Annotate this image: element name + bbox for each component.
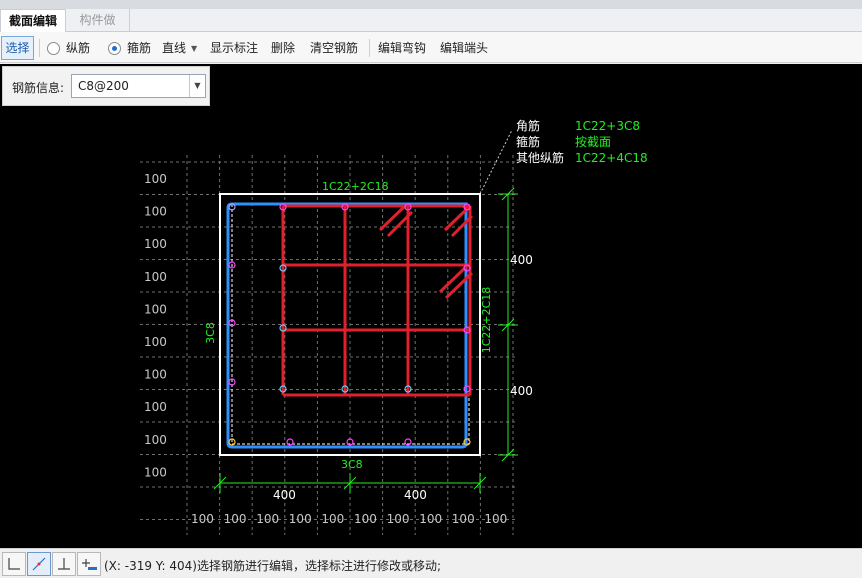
radio-stirrup[interactable]: 箍筋	[108, 38, 151, 58]
rebar-info-value: C8@200	[78, 79, 129, 93]
grid-label-left: 100	[144, 400, 167, 414]
grid-label-bottom: 100	[387, 512, 410, 526]
ortho-toggle[interactable]	[2, 552, 26, 576]
select-button[interactable]: 选择	[1, 36, 34, 60]
chevron-down-icon[interactable]: ▼	[189, 75, 205, 97]
status-bar: (X: -319 Y: 404)选择钢筋进行编辑，选择标注进行修改或移动;	[0, 548, 862, 578]
grid-label-bottom: 100	[484, 512, 507, 526]
rebar-legend: 角筋 1C22+3C8 箍筋 按截面 其他纵筋 1C22+4C18	[516, 118, 648, 165]
dim-right-upper[interactable]: 400	[510, 253, 533, 267]
grid-label-bottom: 100	[191, 512, 214, 526]
legend-corner-value: 1C22+3C8	[575, 119, 640, 133]
grid	[140, 155, 516, 535]
line-dropdown[interactable]: 直线 ▼	[162, 38, 197, 58]
bottom-rebar-label[interactable]: 3C8	[341, 458, 363, 471]
perpendicular-icon	[58, 558, 70, 570]
dim-bottom-left[interactable]: 400	[273, 488, 296, 502]
grid-label-bottom: 100	[256, 512, 279, 526]
inner-stirrups[interactable]	[281, 204, 474, 397]
dimension-values: 400 400 400 400	[273, 253, 533, 502]
dimension-toggle[interactable]	[77, 552, 101, 576]
tab-bar: 截面编辑 构件做法	[0, 0, 862, 49]
grid-label-left: 100	[144, 237, 167, 251]
top-rebar-label[interactable]: 1C22+2C18	[322, 180, 389, 193]
edit-hook-button[interactable]: 编辑弯钩	[378, 38, 426, 58]
rebar-info-select[interactable]: C8@200 ▼	[71, 74, 206, 98]
grid-label-bottom: 100	[224, 512, 247, 526]
radio-icon	[47, 42, 60, 55]
left-rebar-label[interactable]: 3C8	[204, 322, 217, 344]
toolbar-divider	[39, 39, 40, 57]
legend-stirrup-value: 按截面	[575, 135, 611, 149]
radio-checked-icon	[108, 42, 121, 55]
snap-icon	[32, 557, 46, 571]
drawing-canvas[interactable]: 100 100 100 100 100 100 100 100 100 100 100 100 100 1…	[0, 64, 862, 548]
radio-longitudinal[interactable]: 纵筋	[47, 38, 90, 58]
legend-stirrup-label: 箍筋	[516, 134, 540, 149]
show-dimension-button[interactable]: 显示标注	[210, 38, 258, 58]
grid-label-bottom: 100	[419, 512, 442, 526]
dimension-icon	[82, 559, 97, 570]
edit-end-button[interactable]: 编辑端头	[440, 38, 488, 58]
legend-other-value: 1C22+4C18	[575, 151, 648, 165]
dim-right-lower[interactable]: 400	[510, 384, 533, 398]
rebar-info-panel: 钢筋信息: C8@200 ▼	[2, 66, 210, 106]
grid-label-left: 100	[144, 302, 167, 316]
legend-other-label: 其他纵筋	[516, 150, 564, 165]
chevron-down-icon: ▼	[191, 43, 198, 53]
grid-label-left: 100	[144, 270, 167, 284]
right-rebar-label[interactable]: 1C22+2C18	[480, 287, 493, 354]
grid-label-left: 100	[144, 172, 167, 186]
grid-label-bottom: 100	[452, 512, 475, 526]
ortho-icon	[8, 558, 20, 570]
clear-rebar-button[interactable]: 清空钢筋	[310, 38, 358, 58]
tab-section-edit[interactable]: 截面编辑	[0, 9, 66, 32]
grid-label-left: 100	[144, 335, 167, 349]
snap-toggle[interactable]	[27, 552, 51, 576]
grid-label-left: 100	[144, 433, 167, 447]
section-drawing[interactable]: 100 100 100 100 100 100 100 100 100 100 100 100 100 1…	[0, 64, 862, 548]
rebar-info-label: 钢筋信息:	[12, 81, 65, 95]
grid-label-left: 100	[144, 465, 167, 479]
outer-stirrup[interactable]	[226, 202, 468, 449]
toolbar-divider	[369, 39, 370, 57]
status-text: (X: -319 Y: 404)选择钢筋进行编辑，选择标注进行修改或移动;	[104, 559, 442, 573]
grid-labels: 100 100 100 100 100 100 100 100 100 100 100 100 100 1…	[144, 172, 507, 526]
grid-label-bottom: 100	[321, 512, 344, 526]
delete-button[interactable]: 删除	[271, 38, 295, 58]
grid-label-bottom: 100	[354, 512, 377, 526]
grid-label-left: 100	[144, 205, 167, 219]
radio-longitudinal-label: 纵筋	[66, 41, 91, 55]
toolbar: 选择 纵筋 箍筋 直线 ▼ 显示标注 删除 清空钢筋 编辑弯钩 编辑端头	[0, 32, 862, 63]
tab-component-method[interactable]: 构件做法	[66, 9, 130, 49]
grid-label-bottom: 100	[289, 512, 312, 526]
legend-corner-label: 角筋	[516, 118, 540, 133]
tab-bar-strip	[0, 0, 862, 9]
line-dropdown-label: 直线	[162, 41, 187, 55]
dim-bottom-right[interactable]: 400	[404, 488, 427, 502]
perpendicular-toggle[interactable]	[52, 552, 76, 576]
grid-label-left: 100	[144, 368, 167, 382]
radio-stirrup-label: 箍筋	[127, 41, 152, 55]
